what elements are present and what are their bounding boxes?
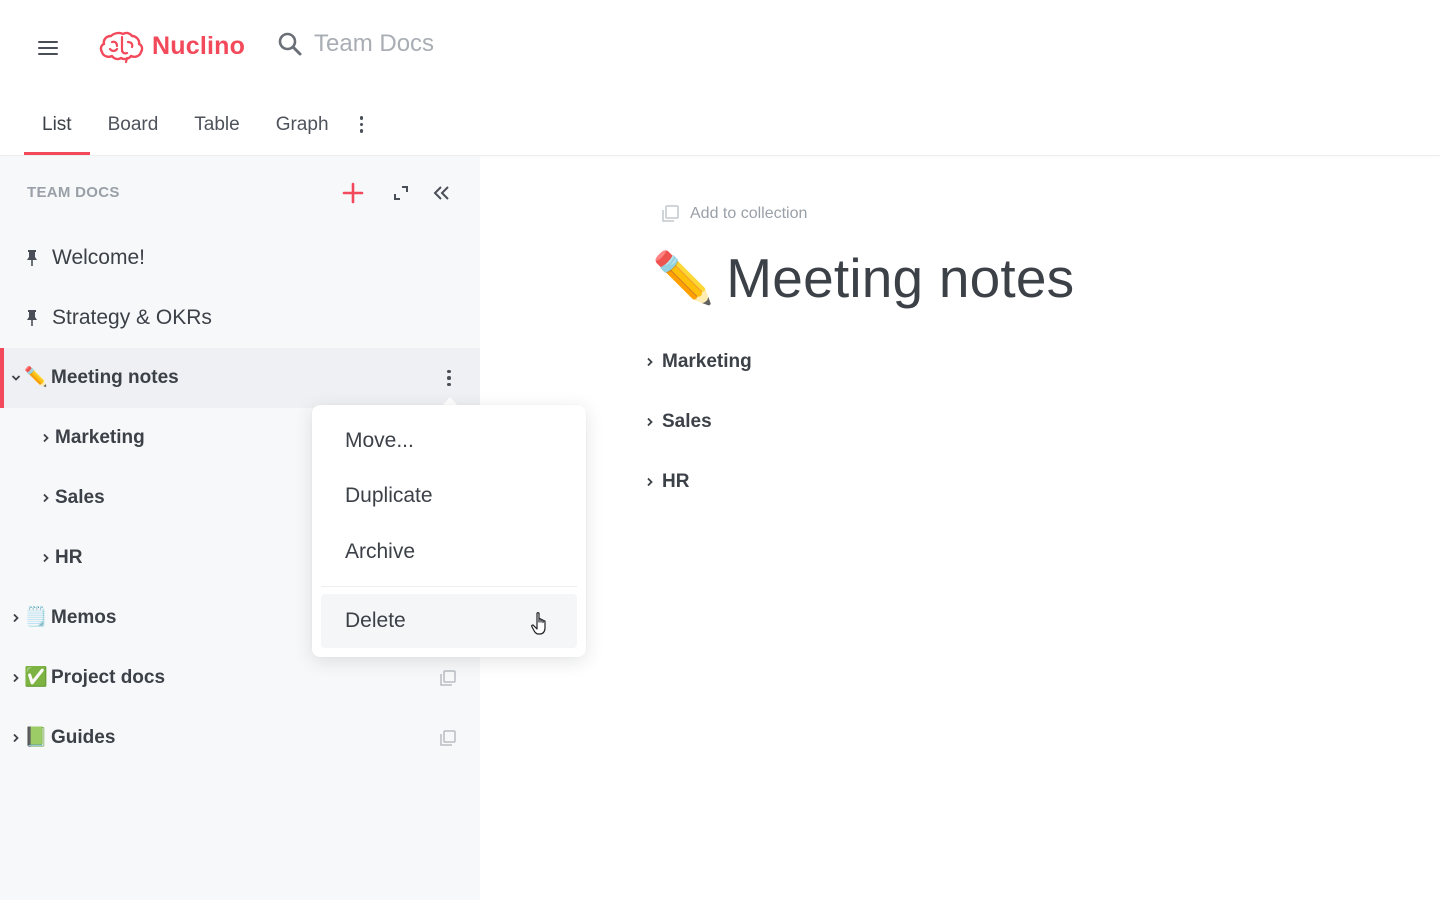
chevron-right-icon[interactable]	[41, 433, 51, 443]
search-icon	[278, 32, 302, 56]
view-tabs: List Board Table Graph	[24, 100, 377, 155]
vertical-dots-icon	[359, 116, 364, 133]
app-logo[interactable]: Nuclino	[98, 28, 245, 64]
chevron-right-icon[interactable]	[11, 613, 21, 623]
menu-divider	[321, 586, 577, 587]
hamburger-menu-icon[interactable]	[38, 41, 58, 55]
sidebar-item-label: Marketing	[55, 427, 145, 448]
sidebar-item-guides[interactable]: 📗 Guides	[0, 708, 480, 768]
tab-list[interactable]: List	[24, 100, 90, 155]
chevron-right-icon[interactable]	[41, 553, 51, 563]
chevron-right-icon[interactable]	[11, 673, 21, 683]
collection-icon[interactable]	[439, 729, 457, 747]
expand-all-button[interactable]	[388, 180, 414, 206]
chevron-right-icon[interactable]	[11, 733, 21, 743]
document-child-label: HR	[662, 471, 690, 492]
document-child-sales[interactable]: Sales	[645, 411, 712, 433]
sidebar-item-strategy[interactable]: Strategy & OKRs	[0, 288, 480, 348]
sidebar-item-label: Guides	[51, 727, 116, 748]
document-child-hr[interactable]: HR	[645, 471, 689, 493]
collection-icon[interactable]	[439, 669, 457, 687]
document-child-label: Marketing	[662, 351, 752, 372]
search-placeholder: Team Docs	[314, 30, 435, 57]
tab-table[interactable]: Table	[176, 100, 257, 155]
sidebar-item-welcome[interactable]: Welcome!	[0, 228, 480, 288]
pencil-icon: ✏️	[24, 367, 48, 388]
chevron-right-icon	[647, 417, 653, 427]
green-book-icon: 📗	[24, 727, 48, 748]
tab-graph[interactable]: Graph	[258, 100, 347, 155]
collection-icon	[662, 205, 679, 222]
double-chevron-left-icon	[433, 186, 449, 200]
sidebar-item-label: Strategy & OKRs	[52, 306, 212, 329]
search-bar[interactable]: Team Docs	[276, 30, 434, 58]
chevron-right-icon	[647, 357, 653, 367]
menu-item-move[interactable]: Move...	[321, 414, 577, 468]
sidebar-item-label: Project docs	[51, 667, 166, 688]
collapse-sidebar-button[interactable]	[429, 180, 455, 206]
sidebar-item-label: Sales	[55, 487, 105, 508]
pin-icon	[27, 310, 37, 326]
pin-icon	[27, 250, 37, 266]
add-to-collection-button[interactable]: Add to collection	[660, 204, 807, 224]
document-title-text[interactable]: Meeting notes	[726, 246, 1074, 310]
more-views-button[interactable]	[347, 100, 377, 155]
sidebar-item-meeting-notes[interactable]: ✏️ Meeting notes	[0, 348, 480, 408]
sidebar-title: TEAM DOCS	[27, 184, 120, 201]
check-mark-icon: ✅	[24, 667, 48, 688]
tab-board[interactable]: Board	[90, 100, 177, 155]
plus-icon	[342, 182, 364, 204]
sidebar-item-label: HR	[55, 547, 83, 568]
sidebar-item-label: Welcome!	[52, 246, 145, 269]
item-options-button[interactable]	[441, 366, 457, 390]
sidebar-item-project-docs[interactable]: ✅ Project docs	[0, 648, 480, 708]
menu-item-duplicate[interactable]: Duplicate	[321, 469, 577, 523]
add-to-collection-label: Add to collection	[690, 205, 808, 222]
chevron-right-icon	[647, 477, 653, 487]
document-title[interactable]: ✏️ Meeting notes	[652, 246, 1074, 310]
document-child-marketing[interactable]: Marketing	[645, 351, 752, 373]
top-bar: Nuclino Team Docs	[0, 0, 1440, 96]
vertical-dots-icon	[447, 369, 451, 387]
sidebar-item-label: Meeting notes	[51, 367, 179, 388]
hand-cursor-icon	[531, 612, 546, 635]
app-name: Nuclino	[152, 31, 246, 60]
chevron-down-icon[interactable]	[11, 373, 21, 383]
sidebar-item-label: Memos	[51, 607, 117, 628]
brain-icon	[99, 31, 144, 64]
notepad-icon: 🗒️	[24, 607, 48, 628]
chevron-right-icon[interactable]	[41, 493, 51, 503]
menu-item-archive[interactable]: Archive	[321, 525, 577, 579]
document-child-label: Sales	[662, 411, 712, 432]
pencil-icon: ✏️	[652, 250, 715, 306]
add-item-button[interactable]	[340, 180, 366, 206]
expand-icon	[394, 186, 408, 200]
